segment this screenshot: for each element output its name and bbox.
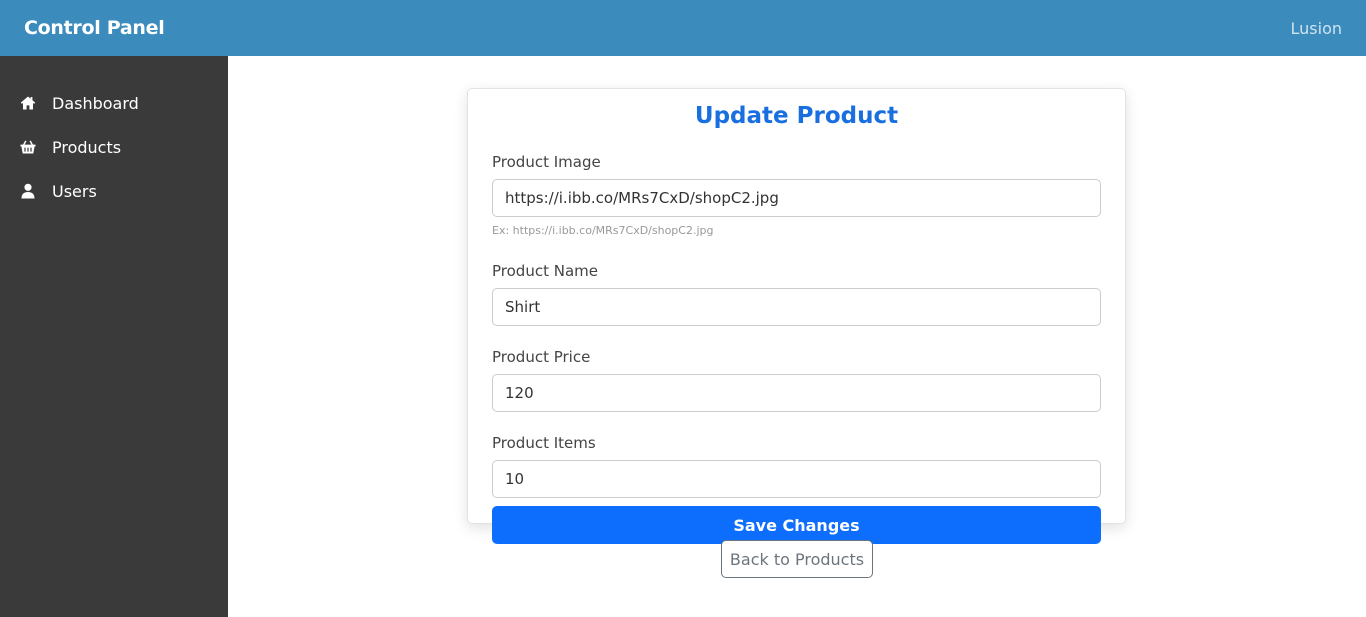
product-items-input[interactable] <box>492 460 1101 498</box>
sidebar-item-users[interactable]: Users <box>0 169 228 213</box>
home-icon <box>20 95 36 111</box>
update-product-card: Update Product Product Image Ex: https:/… <box>467 88 1126 544</box>
product-image-label: Product Image <box>492 153 601 171</box>
product-image-input[interactable] <box>492 179 1101 217</box>
sidebar-item-dashboard[interactable]: Dashboard <box>0 81 228 125</box>
product-name-group: Product Name <box>492 262 1101 326</box>
back-to-products-button[interactable]: Back to Products <box>721 540 873 578</box>
sidebar: Dashboard Products Users <box>0 56 228 617</box>
product-price-group: Product Price <box>492 348 1101 412</box>
brand-title[interactable]: Control Panel <box>24 17 165 39</box>
page-title: Update Product <box>694 103 899 129</box>
user-name[interactable]: Lusion <box>1291 19 1342 38</box>
product-image-help: Ex: https://i.ibb.co/MRs7CxD/shopC2.jpg <box>492 224 714 237</box>
product-name-input[interactable] <box>492 288 1101 326</box>
product-price-input[interactable] <box>492 374 1101 412</box>
sidebar-item-label: Dashboard <box>52 93 139 113</box>
product-items-label: Product Items <box>492 434 596 452</box>
sidebar-item-label: Products <box>52 137 122 157</box>
product-items-group: Product Items <box>492 434 1101 498</box>
save-changes-button[interactable]: Save Changes <box>492 506 1101 544</box>
sidebar-item-label: Users <box>52 181 97 201</box>
sidebar-item-products[interactable]: Products <box>0 125 228 169</box>
basket-icon <box>20 139 36 155</box>
product-price-label: Product Price <box>492 348 591 366</box>
user-icon <box>20 183 36 199</box>
product-image-group: Product Image Ex: https://i.ibb.co/MRs7C… <box>492 153 1101 238</box>
top-bar: Control Panel Lusion <box>0 0 1366 56</box>
product-name-label: Product Name <box>492 262 598 280</box>
main-content: Update Product Product Image Ex: https:/… <box>228 56 1366 617</box>
